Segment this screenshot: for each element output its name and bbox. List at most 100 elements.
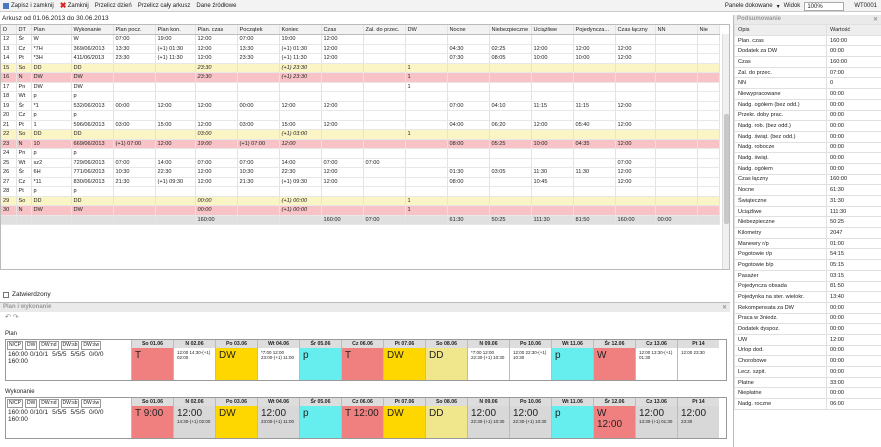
- table-cell[interactable]: 12:00: [615, 53, 656, 64]
- table-cell[interactable]: 596/06/2013: [71, 120, 114, 130]
- table-cell[interactable]: [405, 158, 448, 168]
- column-header[interactable]: Nocne: [447, 25, 490, 35]
- table-cell[interactable]: 24: [1, 148, 17, 159]
- table-cell[interactable]: DW: [71, 205, 114, 216]
- table-cell[interactable]: 160:00: [321, 215, 364, 225]
- table-cell[interactable]: N: [16, 205, 32, 216]
- day-column[interactable]: N 02.06 12:00 14:30-(+1) 02:00: [173, 398, 215, 438]
- table-cell[interactable]: 12:00: [615, 120, 656, 130]
- table-cell[interactable]: [447, 205, 490, 216]
- table-cell[interactable]: [615, 186, 656, 197]
- table-cell[interactable]: W: [71, 34, 114, 45]
- table-cell[interactable]: [447, 148, 490, 159]
- table-cell[interactable]: 04:35: [573, 139, 616, 149]
- table-cell[interactable]: 13: [1, 44, 17, 54]
- table-cell[interactable]: 22: [1, 129, 17, 140]
- summary-row[interactable]: NN 0: [734, 77, 881, 90]
- table-row[interactable]: 19 Śr *1 532/06/2013 00:00 12:00 12:00 00:00 12:…: [1, 101, 720, 111]
- table-cell[interactable]: [697, 34, 720, 45]
- table-cell[interactable]: [697, 177, 720, 187]
- table-cell[interactable]: [447, 82, 490, 92]
- table-cell[interactable]: [655, 34, 698, 45]
- table-cell[interactable]: [489, 82, 532, 92]
- table-cell[interactable]: [405, 91, 448, 102]
- table-cell[interactable]: 1: [31, 120, 72, 130]
- table-cell[interactable]: [405, 53, 448, 64]
- table-cell[interactable]: 21:30: [113, 177, 156, 187]
- summary-row[interactable]: Świąteczne 31:30: [734, 195, 881, 207]
- table-cell[interactable]: [447, 158, 490, 168]
- table-cell[interactable]: N: [16, 72, 32, 83]
- table-cell[interactable]: [697, 72, 720, 83]
- table-cell[interactable]: [155, 91, 196, 102]
- summary-row[interactable]: Pojedynka na ster. wielokr. 13:40: [734, 291, 881, 303]
- table-cell[interactable]: [447, 72, 490, 83]
- day-column[interactable]: Cz 13.06 12:00 13:30-(+1) 01:30: [635, 398, 677, 438]
- table-cell[interactable]: [405, 44, 448, 54]
- table-cell[interactable]: [363, 72, 406, 83]
- table-cell[interactable]: 12:00: [615, 101, 656, 111]
- table-cell[interactable]: Pt: [16, 186, 32, 197]
- summary-row[interactable]: Niebezpieczne 50:25: [734, 216, 881, 229]
- table-cell[interactable]: [615, 63, 656, 73]
- table-cell[interactable]: 369/06/2013: [71, 44, 114, 54]
- table-cell[interactable]: (+1) 11:30: [155, 53, 196, 64]
- table-cell[interactable]: 12:00: [279, 139, 322, 149]
- table-cell[interactable]: [113, 196, 156, 206]
- save-close-button[interactable]: Zapisz i zamknij: [0, 0, 57, 12]
- summary-row[interactable]: Nadg. rob. (bez odd.) 00:00: [734, 120, 881, 132]
- table-cell[interactable]: [489, 91, 532, 102]
- table-cell[interactable]: [405, 186, 448, 197]
- table-cell[interactable]: [615, 110, 656, 121]
- table-cell[interactable]: [31, 215, 72, 225]
- table-cell[interactable]: 08:00: [447, 139, 490, 149]
- table-cell[interactable]: 23:30: [237, 53, 280, 64]
- table-cell[interactable]: 00:00: [237, 101, 280, 111]
- table-cell[interactable]: [573, 34, 616, 45]
- shift-cell[interactable]: DW: [216, 406, 257, 438]
- table-cell[interactable]: [615, 205, 656, 216]
- table-cell[interactable]: [531, 186, 574, 197]
- table-cell[interactable]: [531, 82, 574, 92]
- table-cell[interactable]: 10:00: [573, 53, 616, 64]
- table-cell[interactable]: DD: [31, 63, 72, 73]
- table-cell[interactable]: [195, 186, 238, 197]
- table-cell[interactable]: 18: [1, 91, 17, 102]
- table-cell[interactable]: [113, 205, 156, 216]
- table-cell[interactable]: (+1) 11:30: [279, 53, 322, 64]
- table-cell[interactable]: 03:00: [195, 129, 238, 140]
- table-cell[interactable]: 04:00: [447, 120, 490, 130]
- table-cell[interactable]: W: [31, 34, 72, 45]
- undo-redo-icons[interactable]: ↶ ↷: [5, 313, 19, 321]
- table-cell[interactable]: [615, 82, 656, 92]
- table-cell[interactable]: 29: [1, 196, 17, 206]
- column-header[interactable]: NN: [655, 25, 698, 35]
- table-cell[interactable]: [113, 110, 156, 121]
- table-cell[interactable]: [655, 158, 698, 168]
- column-header[interactable]: Początek: [237, 25, 280, 35]
- table-cell[interactable]: [363, 205, 406, 216]
- table-cell[interactable]: [697, 158, 720, 168]
- table-cell[interactable]: DD: [71, 196, 114, 206]
- table-cell[interactable]: [447, 91, 490, 102]
- table-cell[interactable]: 00:00: [195, 205, 238, 216]
- table-cell[interactable]: 00:00: [655, 215, 698, 225]
- table-cell[interactable]: [615, 196, 656, 206]
- table-cell[interactable]: DW: [31, 72, 72, 83]
- table-cell[interactable]: 01:30: [447, 167, 490, 178]
- day-column[interactable]: So 08.06 DD: [425, 398, 467, 438]
- table-cell[interactable]: [697, 44, 720, 54]
- table-cell[interactable]: 12:00: [195, 34, 238, 45]
- table-cell[interactable]: [321, 91, 364, 102]
- close-button[interactable]: ✖ Zamknij: [57, 0, 92, 12]
- table-cell[interactable]: [113, 72, 156, 83]
- day-column[interactable]: Śr 05.06 p: [299, 340, 341, 380]
- table-cell[interactable]: 12:00: [195, 177, 238, 187]
- table-cell[interactable]: [655, 82, 698, 92]
- table-cell[interactable]: [155, 148, 196, 159]
- table-cell[interactable]: [113, 63, 156, 73]
- table-cell[interactable]: [237, 196, 280, 206]
- table-cell[interactable]: [697, 101, 720, 111]
- table-cell[interactable]: [363, 186, 406, 197]
- table-cell[interactable]: [237, 148, 280, 159]
